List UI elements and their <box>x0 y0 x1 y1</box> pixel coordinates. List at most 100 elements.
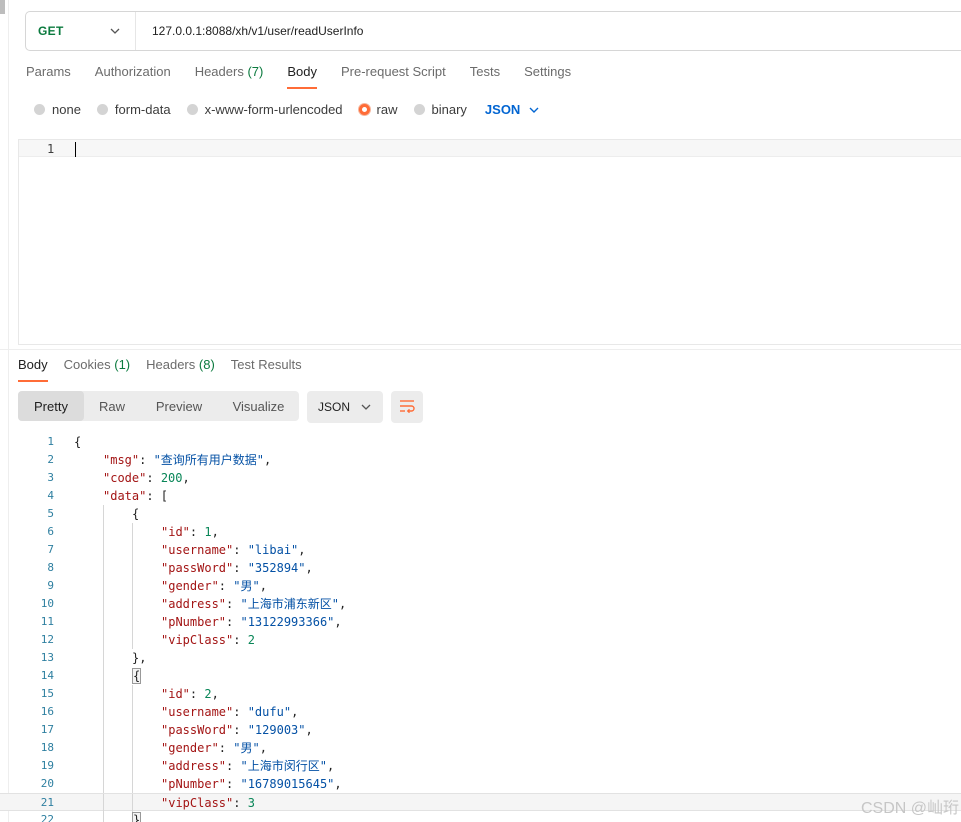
tab-pre-request-script[interactable]: Pre-request Script <box>341 64 446 89</box>
tab-body[interactable]: Body <box>287 64 317 89</box>
json-key: "id" <box>161 687 190 701</box>
pane-divider[interactable] <box>0 349 961 350</box>
editor-active-line: 1 <box>19 140 961 157</box>
json-number: 2 <box>204 687 212 701</box>
view-raw-button[interactable]: Raw <box>84 391 140 421</box>
format-label: JSON <box>317 400 350 414</box>
radio-binary[interactable]: binary <box>413 102 467 117</box>
window-scrollbar-thumb[interactable] <box>0 0 5 14</box>
json-key: "passWord" <box>161 723 234 737</box>
radio-label: raw <box>376 102 398 117</box>
indent-guide <box>103 649 104 667</box>
line-number: 13 <box>40 651 54 664</box>
watermark: CSDN @屾珩 <box>860 800 959 817</box>
line-number: 14 <box>40 669 54 682</box>
tab-tests[interactable]: Tests <box>470 64 500 89</box>
json-key: "gender" <box>161 579 219 593</box>
tab-label: Tests <box>469 64 501 79</box>
json-punct: : <box>233 796 248 810</box>
tab-authorization[interactable]: Authorization <box>95 64 171 89</box>
headers-count: (7) <box>247 64 264 79</box>
line-number: 1 <box>47 435 54 448</box>
tab-label: Params <box>26 64 71 79</box>
json-punct: : <box>233 561 248 575</box>
tab-test-results[interactable]: Test Results <box>231 357 302 382</box>
json-punct: , <box>334 615 342 629</box>
indent-guide <box>103 811 104 822</box>
code-line: 1{ <box>0 433 961 451</box>
view-pretty-button[interactable]: Pretty <box>18 391 84 421</box>
code-line: 20 "pNumber": "16789015645", <box>0 775 961 793</box>
json-string: "13122993366" <box>240 615 335 629</box>
radio-checked-icon <box>358 104 370 115</box>
code-line: 6 "id": 1, <box>0 523 961 541</box>
json-string: "16789015645" <box>240 777 335 791</box>
code-text: "vipClass": 3 <box>161 794 255 812</box>
json-punct: , <box>264 453 272 467</box>
tab-cookies[interactable]: Cookies (1) <box>64 357 130 382</box>
line-number: 17 <box>40 723 54 736</box>
json-string: "男" <box>233 579 260 593</box>
indent-guide <box>103 667 104 685</box>
indent-guide <box>132 757 133 775</box>
indent-guide <box>103 631 104 649</box>
line-number: 20 <box>40 777 54 790</box>
json-punct: : <box>218 579 234 593</box>
json-number: 1 <box>204 525 212 539</box>
json-punct: , <box>259 741 267 755</box>
radio-button-icon <box>186 104 198 115</box>
code-line: 7 "username": "libai", <box>0 541 961 559</box>
json-punct: : <box>233 633 248 647</box>
json-key: "id" <box>161 525 190 539</box>
response-format-select[interactable]: JSON <box>307 391 383 423</box>
json-punct: : [ <box>146 489 169 503</box>
tab-response-headers[interactable]: Headers (8) <box>146 357 215 382</box>
response-headers-count: (8) <box>198 357 215 372</box>
indent-guide <box>103 685 104 703</box>
json-punct: : <box>146 471 161 485</box>
json-number: 3 <box>247 796 255 810</box>
cookies-count: (1) <box>114 357 131 372</box>
line-number: 22 <box>40 813 54 822</box>
tab-label: Pre-request Script <box>340 64 446 79</box>
json-punct: , <box>305 561 313 575</box>
radio-raw[interactable]: raw <box>358 102 398 117</box>
json-punct: , <box>338 597 347 611</box>
raw-language-select[interactable]: JSON <box>485 102 540 117</box>
code-text: { <box>132 667 142 685</box>
radio-form-data[interactable]: form-data <box>96 102 171 117</box>
tab-params[interactable]: Params <box>26 64 71 89</box>
code-text: }, <box>132 649 146 667</box>
tab-label: Settings <box>524 64 572 79</box>
tab-label: Authorization <box>94 64 171 79</box>
radio-x-www-form-urlencoded[interactable]: x-www-form-urlencoded <box>186 102 343 117</box>
json-key: "msg" <box>103 453 140 467</box>
indent-guide <box>103 559 104 577</box>
code-text: "pNumber": "13122993366", <box>161 613 342 631</box>
line-number: 5 <box>47 507 54 520</box>
wrap-lines-button[interactable] <box>391 391 423 423</box>
request-body-editor[interactable]: 1 <box>18 139 961 345</box>
radio-none[interactable]: none <box>34 102 81 117</box>
tab-response-body[interactable]: Body <box>18 357 48 382</box>
json-string: "129003" <box>247 723 306 737</box>
url-input[interactable] <box>150 23 914 39</box>
view-visualize-button[interactable]: Visualize <box>218 391 299 421</box>
indent-guide <box>103 577 104 595</box>
view-preview-button[interactable]: Preview <box>140 391 218 421</box>
indent-guide <box>103 523 104 541</box>
indent-guide <box>132 613 133 631</box>
line-number: 3 <box>47 471 54 484</box>
chevron-down-icon <box>528 104 540 116</box>
json-punct: }, <box>132 651 147 665</box>
tab-headers[interactable]: Headers (7) <box>195 64 264 89</box>
json-key: "pNumber" <box>161 615 227 629</box>
code-line: 21 "vipClass": 3 <box>0 793 961 812</box>
response-body-viewer[interactable]: 1{2 "msg": "查询所有用户数据", 3 "code": 200, 4 "data… <box>0 433 961 822</box>
indent-guide <box>103 757 104 775</box>
tab-settings[interactable]: Settings <box>524 64 571 89</box>
code-line: 16 "username": "dufu", <box>0 703 961 721</box>
json-punct: , <box>182 471 190 485</box>
indent-guide <box>103 595 104 613</box>
method-select[interactable]: GET <box>26 12 136 50</box>
